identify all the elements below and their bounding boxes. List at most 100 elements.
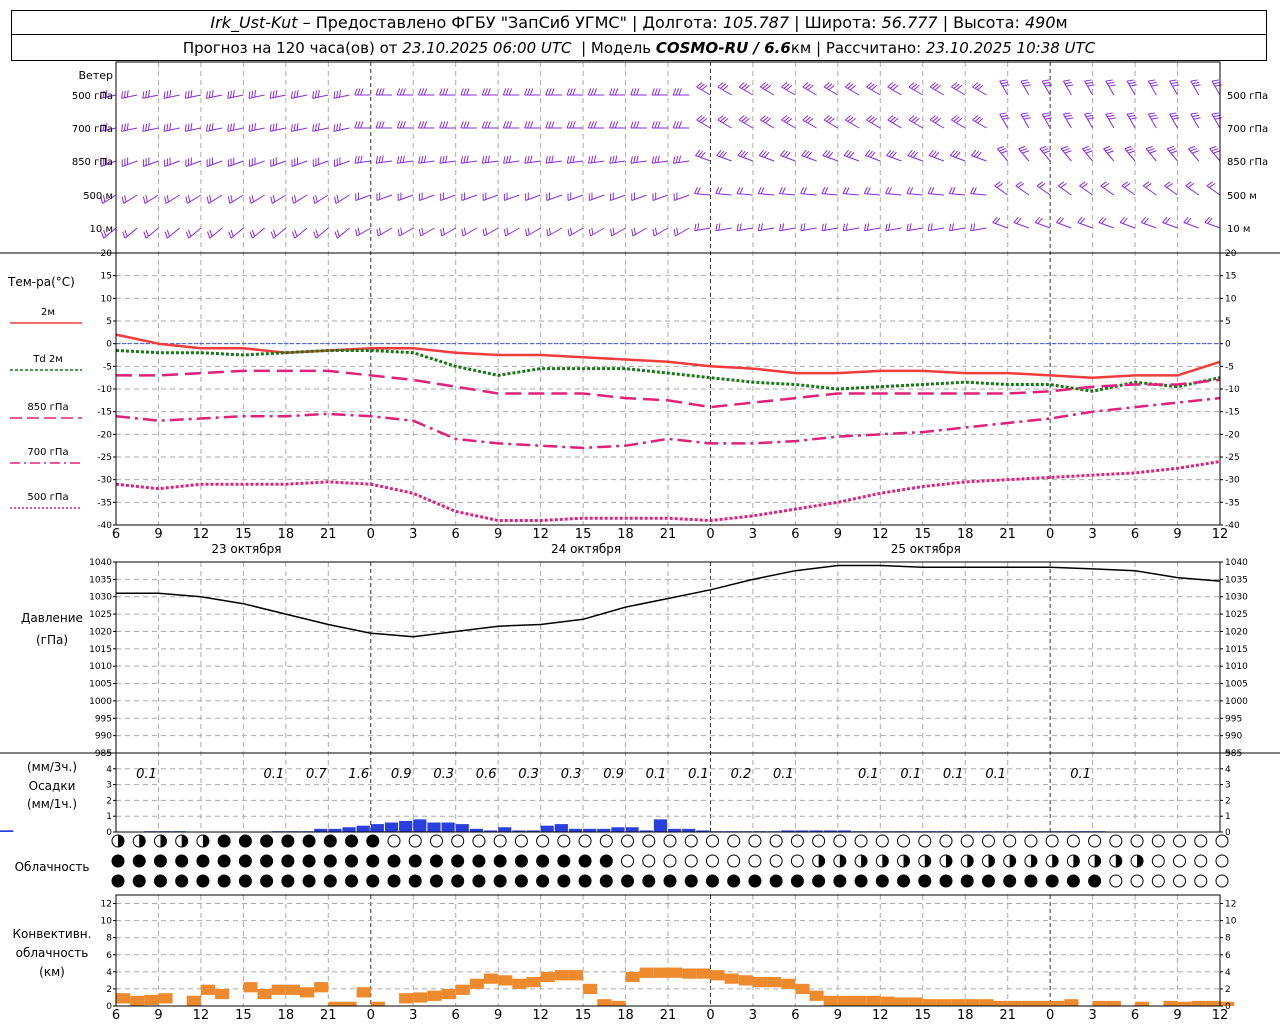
temp-ytick-label: 15	[101, 272, 112, 282]
wind-barb	[567, 160, 584, 164]
cloud-cover-half	[946, 855, 952, 867]
conv-cloud-bar	[1177, 1001, 1192, 1006]
wind-barb	[333, 127, 350, 132]
wind-barb-feather	[654, 121, 658, 129]
wind-barb-feather	[355, 229, 358, 237]
temp-ytick-label: 20	[1225, 249, 1237, 259]
cloud-cover-symbol	[557, 854, 571, 868]
wind-barb	[1013, 222, 1030, 229]
wind-barb	[336, 227, 350, 239]
wind-barb-feather	[885, 187, 890, 194]
wind-barb-feather	[1082, 145, 1090, 150]
wind-barb-feather	[142, 196, 146, 204]
wind-barb-feather	[466, 155, 469, 163]
wind-barb-feather	[503, 156, 506, 164]
wind-barb-feather	[378, 155, 381, 163]
conv-cloud-bar	[1021, 1000, 1036, 1006]
cloud-cover-symbol	[769, 834, 783, 848]
wind-barb-feather	[630, 88, 634, 96]
wind-barb-feather	[842, 223, 846, 231]
wind-barb	[758, 227, 775, 232]
wind-barb-feather	[800, 187, 805, 194]
xtick-label: 18	[278, 527, 295, 542]
cloud-cover-half	[139, 835, 146, 847]
cloud-cover-half	[861, 855, 868, 867]
pressure-ytick-label: 1000	[89, 697, 112, 707]
wind-barb-feather	[1022, 114, 1030, 118]
cloud-cover-symbol	[111, 854, 125, 868]
wind-barb-feather	[1128, 114, 1136, 118]
wind-barb-feather	[445, 155, 448, 163]
wind-barb-feather	[863, 187, 868, 194]
wind-barb-feather	[293, 90, 296, 98]
wind-barb-feather	[126, 123, 129, 131]
cloud-cover-symbol	[175, 854, 189, 868]
wind-barb-feather	[587, 156, 591, 164]
cloud-title: Облачность	[15, 860, 90, 874]
cloud-cover-symbol	[1151, 874, 1165, 888]
cloud-cover-symbol	[429, 834, 443, 848]
wind-barb-feather	[1107, 150, 1115, 154]
wind-barb-feather	[676, 227, 679, 235]
conv-ytick-label: 2	[106, 985, 112, 995]
cloud-cover-symbol	[175, 874, 189, 888]
wind-barb	[291, 127, 308, 132]
wind-barb-feather	[525, 229, 528, 237]
wind-barb-feather	[909, 223, 912, 231]
temp-ytick-label: 10	[101, 294, 113, 304]
wind-barb	[609, 160, 626, 164]
cloud-cover-symbol	[281, 874, 295, 888]
wind-barb-feather	[609, 229, 613, 237]
wind-barb-feather	[566, 121, 570, 129]
wind-barb	[163, 94, 180, 99]
wind-barb-feather	[672, 88, 677, 96]
wind-barb	[992, 222, 1008, 229]
wind-barb-feather	[569, 155, 573, 163]
wind-barb-feather	[208, 123, 211, 131]
wind-barb-feather	[206, 124, 208, 132]
wind-barb-feather	[1105, 79, 1113, 82]
wind-barb-feather	[166, 195, 170, 203]
cloud-cover-symbol	[1173, 834, 1187, 848]
wind-barb-feather	[378, 227, 382, 235]
wind-barb-feather	[396, 121, 401, 129]
conv-ytick-label: 2	[1225, 985, 1231, 995]
wind-barb-feather	[678, 155, 682, 163]
wind-barb-feather	[760, 223, 763, 231]
wind-barb	[997, 148, 1009, 162]
wind-barb-feather	[1022, 81, 1030, 85]
conv-cloud-bar	[936, 999, 952, 1006]
precip-3h-label: 0.1	[136, 767, 157, 782]
wind-barb-feather	[909, 187, 914, 195]
cloud-cover-symbol	[599, 874, 613, 888]
cloud-cover-symbol	[1109, 834, 1123, 848]
conv-cloud-bar	[1135, 1001, 1150, 1006]
wind-barb-feather	[1126, 112, 1135, 115]
cloud-cover-symbol	[132, 874, 146, 888]
wind-barb-feather	[463, 155, 466, 163]
wind-barb-feather	[423, 88, 428, 96]
wind-barb-feather	[1023, 84, 1031, 87]
wind-barb-feather	[375, 156, 379, 164]
wind-barb-feather	[124, 195, 127, 203]
cloud-cover-symbol	[705, 834, 719, 848]
wind-barb-feather	[248, 91, 251, 99]
wind-barb-feather	[269, 91, 272, 99]
precip-3h-label: 0.7	[306, 767, 327, 782]
wind-barb-feather	[1043, 81, 1051, 85]
wind-barb-feather	[654, 227, 658, 235]
wind-barb	[270, 127, 286, 132]
cloud-cover-symbol	[663, 834, 677, 848]
wind-barb-feather	[845, 223, 848, 231]
temp-ytick-label: 5	[1225, 317, 1231, 327]
wind-barb-feather	[566, 88, 570, 96]
wind-barb	[482, 160, 499, 164]
wind-barb-feather	[1108, 84, 1116, 87]
wind-barb-feather	[527, 227, 530, 235]
wind-barb-feather	[166, 229, 171, 237]
conv-cloud-bar	[200, 984, 216, 995]
wind-barb	[906, 193, 923, 196]
cloud-cover-symbol	[1151, 854, 1165, 868]
conv-cloud-bar	[116, 993, 131, 1004]
wind-barb-feather	[466, 121, 470, 129]
